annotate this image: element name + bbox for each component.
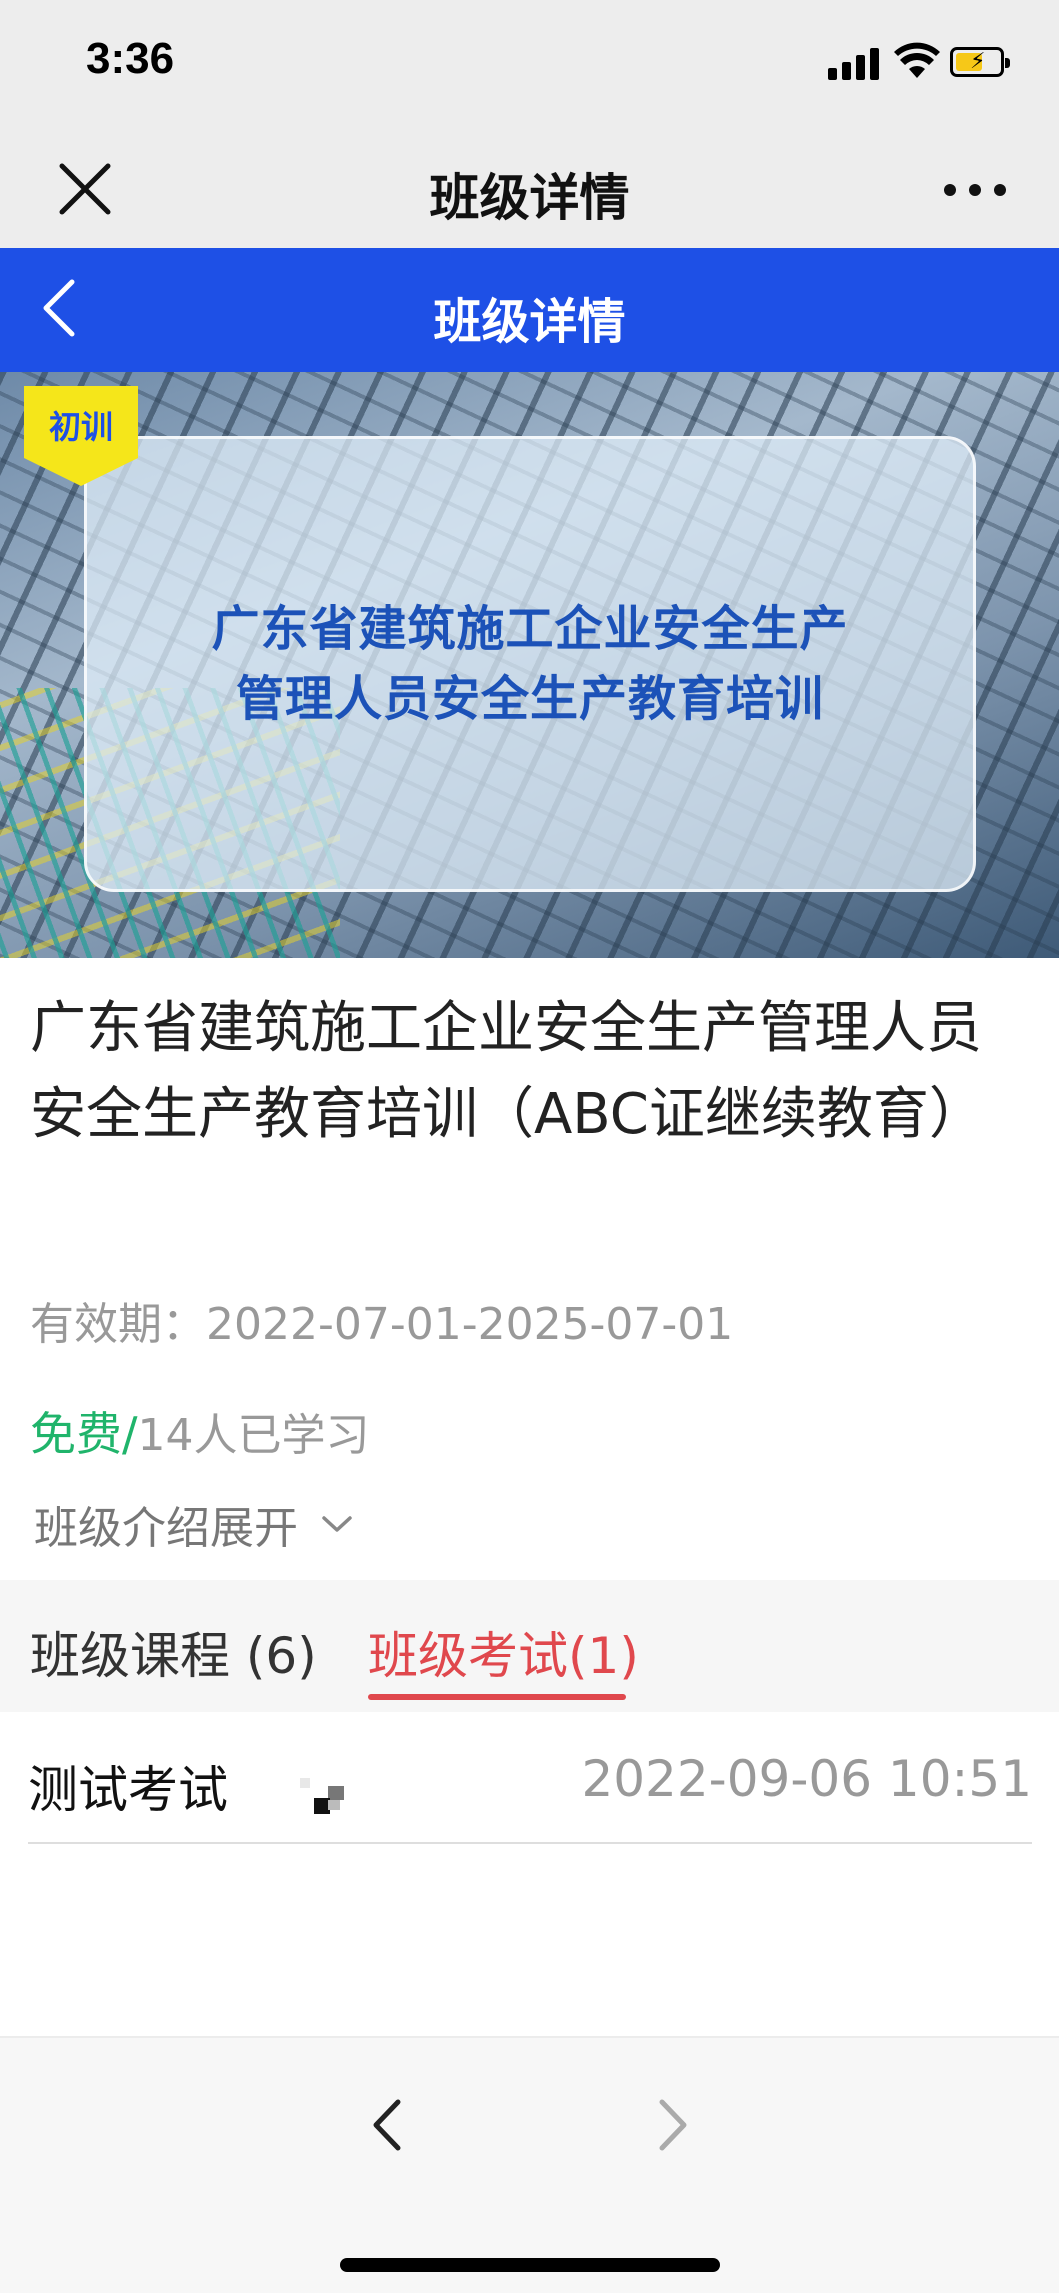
training-type-badge: 初训 [24, 386, 138, 486]
tab-class-exams[interactable]: 班级考试(1) [368, 1616, 639, 1688]
intro-expand-button[interactable]: 班级介绍展开 [34, 1494, 354, 1554]
chevron-left-icon[interactable] [364, 2092, 412, 2158]
intro-expand-label: 班级介绍展开 [34, 1503, 298, 1554]
wechat-title: 班级详情 [429, 169, 630, 227]
wechat-nav-bar: 班级详情 [0, 130, 1059, 248]
home-indicator[interactable] [340, 2258, 720, 2272]
app-header: 班级详情 [0, 248, 1059, 372]
banner-title-line-2: 管理人员安全生产教育培训 [235, 671, 824, 727]
status-bar: 3:36 ⚡ [0, 0, 1059, 130]
exam-name: 测试考试 [28, 1761, 228, 1819]
class-tabs: 班级课程 (6) 班级考试(1) [0, 1580, 1059, 1712]
learner-count: 14人已学习 [137, 1410, 370, 1461]
wifi-icon [894, 42, 940, 78]
browser-bottom-bar [0, 2036, 1059, 2293]
price-label: 免费/ [30, 1407, 138, 1461]
training-type-label: 初训 [48, 408, 113, 446]
active-tab-indicator [368, 1694, 626, 1700]
status-time: 3:36 [86, 34, 175, 83]
chevron-down-icon [322, 1516, 352, 1532]
battery-icon: ⚡ [950, 47, 1010, 77]
price-line: 免费/14人已学习 [30, 1398, 370, 1464]
validity-period: 有效期：2022-07-01-2025-07-01 [30, 1299, 734, 1350]
banner-card: 广东省建筑施工企业安全生产 管理人员安全生产教育培训 [84, 436, 976, 892]
course-title: 广东省建筑施工企业安全生产管理人员安全生产教育培训（ABC证继续教育） [30, 996, 985, 1147]
signal-icon [828, 46, 882, 80]
exam-time: 2022-09-06 10:51 [581, 1750, 1032, 1808]
banner-title-line-1: 广东省建筑施工企业安全生产 [211, 601, 849, 657]
chevron-right-icon[interactable] [648, 2092, 696, 2158]
screen: 3:36 ⚡ 班级详情 班级详情 广东省建筑施工企业安全生产 管理人员安全生产教… [0, 0, 1059, 2293]
exam-list-item[interactable]: 测试考试 2022-09-06 10:51 [28, 1712, 1032, 1844]
page-title: 班级详情 [433, 294, 626, 350]
tab-class-courses[interactable]: 班级课程 (6) [30, 1616, 317, 1688]
course-banner: 广东省建筑施工企业安全生产 管理人员安全生产教育培训 初训 [0, 372, 1059, 958]
more-icon[interactable] [944, 182, 1006, 198]
pixelated-mark [300, 1778, 344, 1814]
